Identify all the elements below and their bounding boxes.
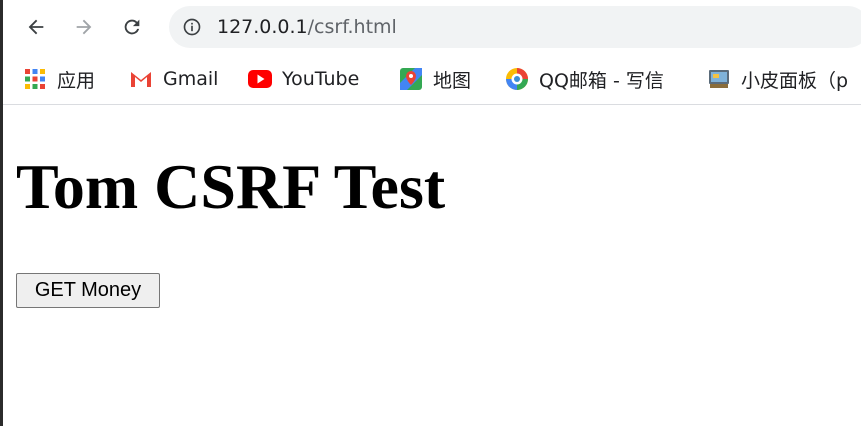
browser-toolbar: 127.0.0.1/csrf.html bbox=[3, 0, 861, 56]
page-heading: Tom CSRF Test bbox=[16, 151, 446, 222]
bookmark-xp-panel[interactable]: 小皮面板（p bbox=[707, 64, 848, 94]
bookmark-apps[interactable]: 应用 bbox=[23, 64, 95, 94]
bookmark-qqmail[interactable]: QQ邮箱 - 写信 bbox=[505, 64, 664, 94]
gmail-icon bbox=[129, 67, 153, 91]
bookmark-gmail-label: Gmail bbox=[163, 68, 219, 90]
get-money-button[interactable]: GET Money bbox=[16, 273, 160, 308]
page-content: Tom CSRF Test GET Money bbox=[3, 105, 861, 426]
bookmark-qqmail-label: QQ邮箱 - 写信 bbox=[539, 69, 664, 92]
url-path: /csrf.html bbox=[307, 16, 397, 38]
xp-panel-icon bbox=[707, 67, 731, 91]
bookmarks-bar: 应用 Gmail YouTube 地图 QQ邮箱 - 写信 小皮面板（p bbox=[3, 56, 861, 105]
url-host: 127.0.0.1 bbox=[217, 16, 308, 38]
bookmark-youtube[interactable]: YouTube bbox=[248, 64, 359, 94]
bookmark-xp-panel-label: 小皮面板（p bbox=[741, 69, 849, 92]
url-text[interactable]: 127.0.0.1/csrf.html bbox=[217, 16, 397, 38]
forward-arrow-icon bbox=[76, 19, 92, 35]
bookmark-apps-label: 应用 bbox=[57, 69, 96, 92]
forward-button[interactable] bbox=[69, 12, 99, 42]
bookmark-youtube-label: YouTube bbox=[282, 68, 360, 90]
maps-icon bbox=[399, 67, 423, 91]
apps-grid-icon bbox=[23, 67, 47, 91]
info-icon[interactable] bbox=[182, 17, 202, 37]
qqmail-icon bbox=[505, 67, 529, 91]
reload-icon bbox=[124, 19, 140, 35]
youtube-icon bbox=[248, 67, 272, 91]
reload-button[interactable] bbox=[117, 12, 147, 42]
bookmark-maps[interactable]: 地图 bbox=[399, 64, 471, 94]
back-button[interactable] bbox=[21, 12, 51, 42]
back-arrow-icon bbox=[28, 19, 44, 35]
bookmark-maps-label: 地图 bbox=[433, 69, 472, 92]
bookmark-gmail[interactable]: Gmail bbox=[129, 64, 218, 94]
address-bar[interactable]: 127.0.0.1/csrf.html bbox=[169, 6, 861, 48]
